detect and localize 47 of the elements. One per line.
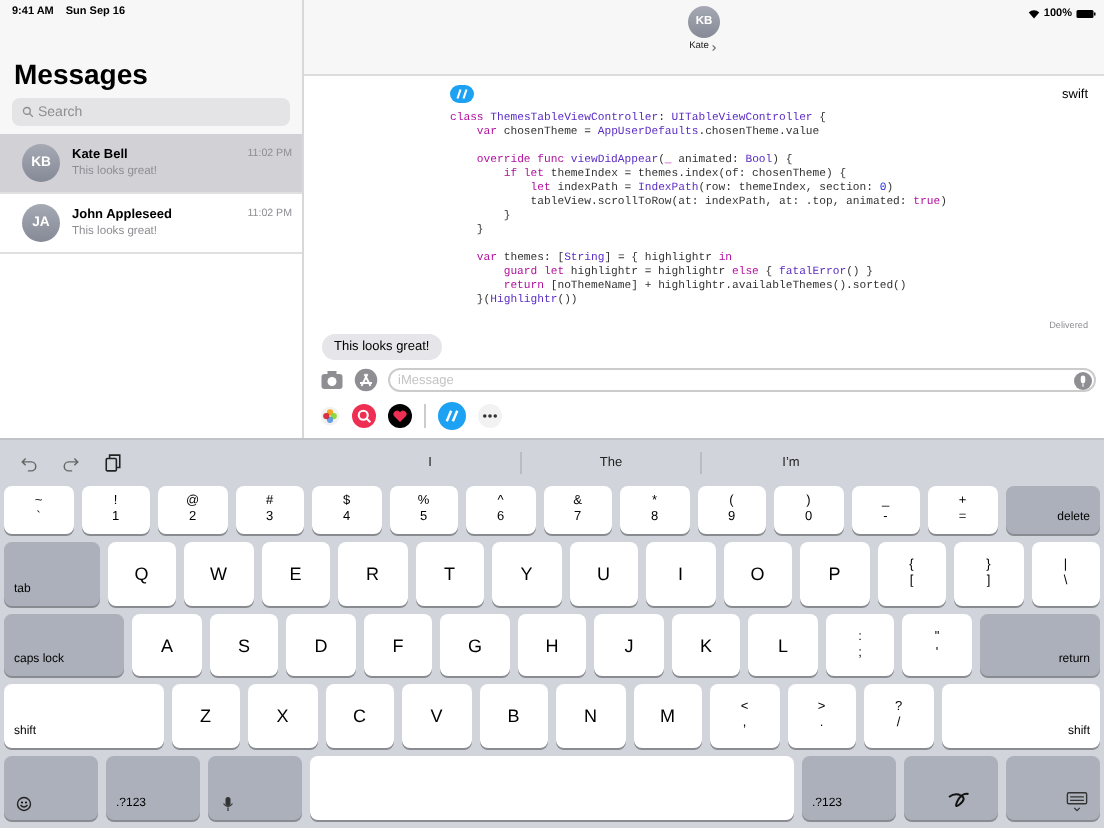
- key[interactable]: J: [594, 614, 664, 676]
- key[interactable]: X: [248, 684, 317, 748]
- key[interactable]: Q: [107, 542, 176, 606]
- key[interactable]: U: [569, 542, 638, 606]
- hide-keyboard-key[interactable]: [1006, 756, 1100, 820]
- key[interactable]: R: [338, 542, 407, 606]
- key[interactable]: I: [646, 542, 715, 606]
- key[interactable]: W: [184, 542, 253, 606]
- key[interactable]: A: [132, 614, 202, 676]
- key[interactable]: T: [415, 542, 484, 606]
- microphone-icon: [1074, 371, 1092, 389]
- key[interactable]: G: [440, 614, 510, 676]
- key[interactable]: D: [286, 614, 356, 676]
- key[interactable]: M: [633, 684, 702, 748]
- microphone-icon: [220, 796, 236, 812]
- smiley-icon: [16, 796, 32, 812]
- key[interactable]: F: [363, 614, 433, 676]
- photos-icon[interactable]: [320, 406, 340, 426]
- redo-icon[interactable]: [62, 454, 80, 472]
- search-icon: [22, 106, 34, 118]
- key[interactable]: E: [261, 542, 330, 606]
- app-logo-icon: [450, 82, 474, 106]
- key[interactable]: P: [800, 542, 869, 606]
- heart-app-icon[interactable]: [388, 404, 412, 428]
- more-icon[interactable]: [478, 404, 502, 428]
- squiggle-icon: [945, 788, 969, 812]
- key[interactable]: C: [325, 684, 394, 748]
- keyboard-icon: [1066, 790, 1088, 812]
- key[interactable]: L: [748, 614, 818, 676]
- key[interactable]: V: [402, 684, 471, 748]
- search-app-icon[interactable]: [352, 404, 376, 428]
- key[interactable]: B: [479, 684, 548, 748]
- wifi-icon: [1027, 8, 1040, 20]
- key[interactable]: O: [723, 542, 792, 606]
- app-logo-icon[interactable]: [438, 402, 466, 430]
- key[interactable]: S: [209, 614, 279, 676]
- key[interactable]: Z: [171, 684, 240, 748]
- messages-title: Messages: [14, 58, 150, 90]
- key[interactable]: K: [671, 614, 741, 676]
- key[interactable]: H: [517, 614, 587, 676]
- app-store-icon[interactable]: [354, 368, 378, 392]
- key[interactable]: Y: [492, 542, 561, 606]
- paste-icon[interactable]: [104, 454, 122, 472]
- key[interactable]: N: [556, 684, 625, 748]
- undo-icon[interactable]: [20, 454, 38, 472]
- battery-icon: [1076, 4, 1096, 24]
- camera-icon[interactable]: [320, 368, 344, 392]
